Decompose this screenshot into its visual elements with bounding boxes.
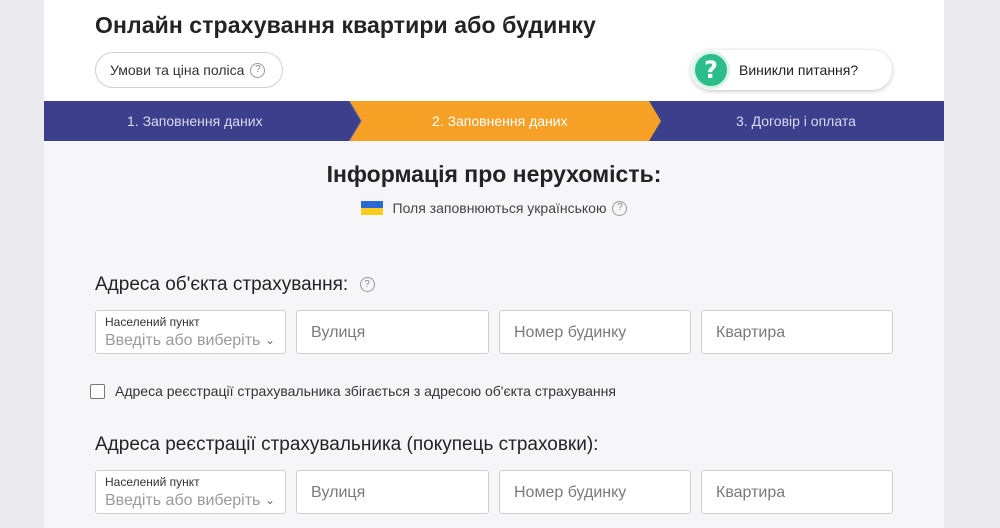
same-address-label: Адреса реєстрації страхувальника збігаєт…	[115, 383, 616, 399]
insurer-address-row: Населений пункт Введіть або виберіть ⌄ В…	[95, 470, 893, 514]
page-container: Онлайн страхування квартири або будинку …	[44, 0, 944, 528]
object-address-row: Населений пункт Введіть або виберіть ⌄ В…	[95, 310, 893, 354]
house-placeholder: Номер будинку	[514, 484, 627, 501]
language-note: Поля заповнюються українською ?	[44, 200, 944, 216]
help-button-label: Виникли питання?	[739, 62, 859, 78]
step-3: 3. Договір і оплата	[736, 113, 856, 129]
progress-steps: 1. Заповнення даних 2. Заповнення даних …	[44, 101, 944, 141]
help-button[interactable]: ? Виникли питання?	[691, 50, 892, 90]
page-title: Онлайн страхування квартири або будинку	[95, 12, 596, 38]
insurer-address-label: Адреса реєстрації страхувальника (покупе…	[95, 434, 599, 455]
language-note-text: Поля заповнюються українською	[392, 200, 607, 216]
insurer-city-select[interactable]: Населений пункт Введіть або виберіть ⌄	[95, 470, 286, 514]
terms-and-price-button[interactable]: Умови та ціна поліса ?	[95, 52, 283, 88]
insurer-house-number-input[interactable]: Номер будинку	[499, 470, 691, 514]
city-field-label: Населений пункт	[105, 475, 200, 489]
question-mark-icon: ?	[692, 51, 730, 89]
question-mark-icon: ?	[612, 200, 628, 216]
house-placeholder: Номер будинку	[514, 324, 627, 341]
terms-button-label: Умови та ціна поліса	[110, 62, 245, 78]
object-house-number-input[interactable]: Номер будинку	[499, 310, 691, 354]
street-placeholder: Вулиця	[311, 484, 366, 501]
object-address-label: Адреса об'єкта страхування: ?	[95, 274, 375, 296]
same-address-checkbox[interactable]	[90, 383, 105, 399]
object-city-select[interactable]: Населений пункт Введіть або виберіть ⌄	[95, 310, 286, 354]
city-placeholder: Введіть або виберіть	[105, 332, 261, 349]
object-apartment-input[interactable]: Квартира	[701, 310, 893, 354]
question-mark-icon: ?	[359, 277, 375, 293]
chevron-down-icon: ⌄	[264, 333, 275, 347]
city-placeholder: Введіть або виберіть	[105, 492, 261, 509]
chevron-down-icon: ⌄	[264, 493, 275, 507]
object-address-label-text: Адреса об'єкта страхування:	[95, 274, 349, 295]
insurer-street-input[interactable]: Вулиця	[296, 470, 489, 514]
city-field-label: Населений пункт	[105, 315, 200, 329]
object-street-input[interactable]: Вулиця	[296, 310, 489, 354]
apartment-placeholder: Квартира	[716, 484, 786, 501]
ukraine-flag-icon	[360, 201, 383, 215]
section-title: Інформація про нерухомість:	[326, 161, 662, 187]
street-placeholder: Вулиця	[311, 324, 366, 341]
same-address-checkbox-row[interactable]: Адреса реєстрації страхувальника збігаєт…	[90, 383, 616, 399]
insurer-apartment-input[interactable]: Квартира	[701, 470, 893, 514]
question-mark-icon: ?	[250, 62, 266, 78]
step-2: 2. Заповнення даних	[432, 113, 568, 129]
apartment-placeholder: Квартира	[716, 324, 786, 341]
step-1: 1. Заповнення даних	[127, 113, 263, 129]
